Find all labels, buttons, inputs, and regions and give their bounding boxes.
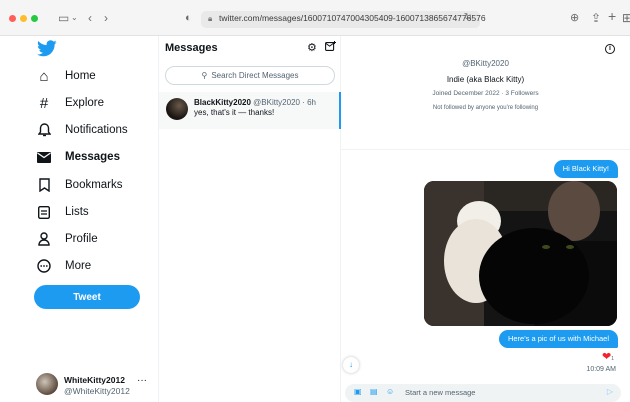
shield-icon[interactable]: ◐ [185, 10, 192, 26]
back-icon[interactable]: ‹ [88, 10, 92, 26]
chevron-down-icon[interactable]: ⌄ [71, 10, 78, 26]
nav-item-home[interactable]: ⌂ Home [36, 64, 96, 88]
scroll-down-arrow-icon[interactable]: ↓ [343, 357, 359, 373]
nav-label-bookmarks: Bookmarks [65, 179, 123, 191]
conversation-list-item[interactable]: BlackKitty2020 @BKitty2020 · 6h yes, tha… [159, 92, 341, 129]
account-handle: @WhiteKitty2012 [64, 386, 130, 396]
nav-label-home: Home [65, 70, 96, 82]
bookmark-icon [36, 177, 52, 193]
download-icon[interactable]: ⊕ [570, 10, 579, 26]
lock-icon: 🔒︎ [208, 14, 213, 23]
nav-item-profile[interactable]: Profile [36, 227, 98, 251]
conversation-preview: yes, that's it — thanks! [194, 108, 275, 117]
new-tab-icon[interactable]: + [608, 8, 616, 24]
message-timestamp: 10:09 AM [586, 366, 616, 373]
close-window-button[interactable] [9, 15, 16, 22]
left-navigation: ⌂ Home # Explore Notifications Messages … [0, 36, 158, 402]
message-input[interactable]: Start a new message [405, 388, 475, 397]
emoji-icon[interactable]: ☺ [386, 387, 394, 396]
nav-label-messages: Messages [65, 151, 120, 163]
person-icon [36, 231, 52, 247]
profile-follow-note: Not followed by anyone you're following [432, 105, 539, 111]
url-text: twitter.com/messages/1600710747004305409… [219, 13, 486, 23]
nav-label-notifications: Notifications [65, 124, 128, 136]
nav-item-explore[interactable]: # Explore [36, 91, 104, 115]
account-switcher[interactable]: WhiteKitty2012 @WhiteKitty2012 ··· [36, 373, 156, 399]
message-bubble[interactable]: Hi Black Kitty! [553, 160, 618, 178]
image-icon[interactable]: ▣ [354, 387, 362, 396]
ellipsis-icon[interactable]: ··· [137, 375, 147, 386]
nav-label-explore: Explore [65, 97, 104, 109]
tweet-button[interactable]: Tweet [34, 285, 140, 309]
account-name: WhiteKitty2012 [64, 375, 125, 385]
search-placeholder: Search Direct Messages [211, 71, 299, 80]
browser-toolbar: ▭ ⌄ ‹ › ◐ 🔒︎ twitter.com/messages/160071… [0, 0, 630, 36]
settings-gear-icon[interactable]: ⚙ [307, 41, 317, 54]
profile-joined: Joined December 2022 · 3 Followers [432, 90, 539, 97]
twitter-logo-icon[interactable] [37, 40, 57, 62]
home-icon: ⌂ [39, 67, 49, 85]
conversation-name: BlackKitty2020 [194, 98, 251, 107]
search-icon: ⚲ [201, 71, 208, 80]
heart-reaction-icon[interactable]: ❤1 [602, 350, 614, 363]
send-icon[interactable]: ▷ [607, 387, 613, 396]
message-composer[interactable]: ▣ ▤ ☺ Start a new message ▷ [345, 384, 621, 402]
nav-item-bookmarks[interactable]: Bookmarks [36, 173, 123, 197]
bell-icon [36, 122, 52, 138]
nav-label-more: More [65, 260, 92, 272]
nav-item-messages[interactable]: Messages [36, 145, 120, 169]
info-icon[interactable]: i [605, 44, 615, 54]
divider [341, 149, 630, 150]
nav-label-profile: Profile [65, 233, 98, 245]
gif-icon[interactable]: ▤ [370, 387, 378, 396]
conversation-avatar [166, 98, 188, 120]
address-bar[interactable]: 🔒︎ twitter.com/messages/1600710747004305… [201, 11, 486, 28]
list-icon [36, 204, 52, 220]
sidebar-toggle-icon[interactable]: ▭ [58, 10, 69, 26]
messages-title: Messages [165, 42, 218, 54]
nav-item-more[interactable]: More [36, 254, 91, 278]
message-photo[interactable] [424, 181, 617, 326]
envelope-icon [36, 149, 52, 165]
zoom-window-button[interactable] [31, 15, 38, 22]
messages-list-column: Messages ⚙ ⚲ Search Direct Messages Blac… [158, 36, 341, 402]
reload-icon[interactable]: ↻ [464, 12, 472, 23]
message-bubble[interactable]: Here's a pic of us with Michael [498, 330, 618, 348]
nav-label-lists: Lists [65, 206, 89, 218]
conversation-panel: i @BKitty2020 Indie (aka Black Kitty) Jo… [341, 36, 630, 402]
new-message-icon[interactable] [325, 41, 336, 54]
forward-icon[interactable]: › [104, 10, 108, 26]
more-circle-icon [36, 258, 52, 274]
reaction-count: 1 [611, 356, 614, 362]
profile-name: Indie (aka Black Kitty) [446, 75, 525, 84]
nav-item-lists[interactable]: Lists [36, 200, 89, 224]
search-input[interactable]: ⚲ Search Direct Messages [165, 66, 335, 85]
conversation-handle-time: @BKitty2020 · 6h [253, 98, 316, 107]
minimize-window-button[interactable] [20, 15, 27, 22]
nav-item-notifications[interactable]: Notifications [36, 118, 128, 142]
tab-overview-icon[interactable]: ⊞ [622, 10, 630, 26]
profile-handle: @BKitty2020 [462, 59, 509, 68]
share-icon[interactable]: ⇪ [591, 10, 601, 26]
hashtag-icon: # [39, 94, 49, 112]
avatar [36, 373, 58, 395]
conversation-header: BlackKitty2020 @BKitty2020 · 6h [194, 98, 316, 107]
